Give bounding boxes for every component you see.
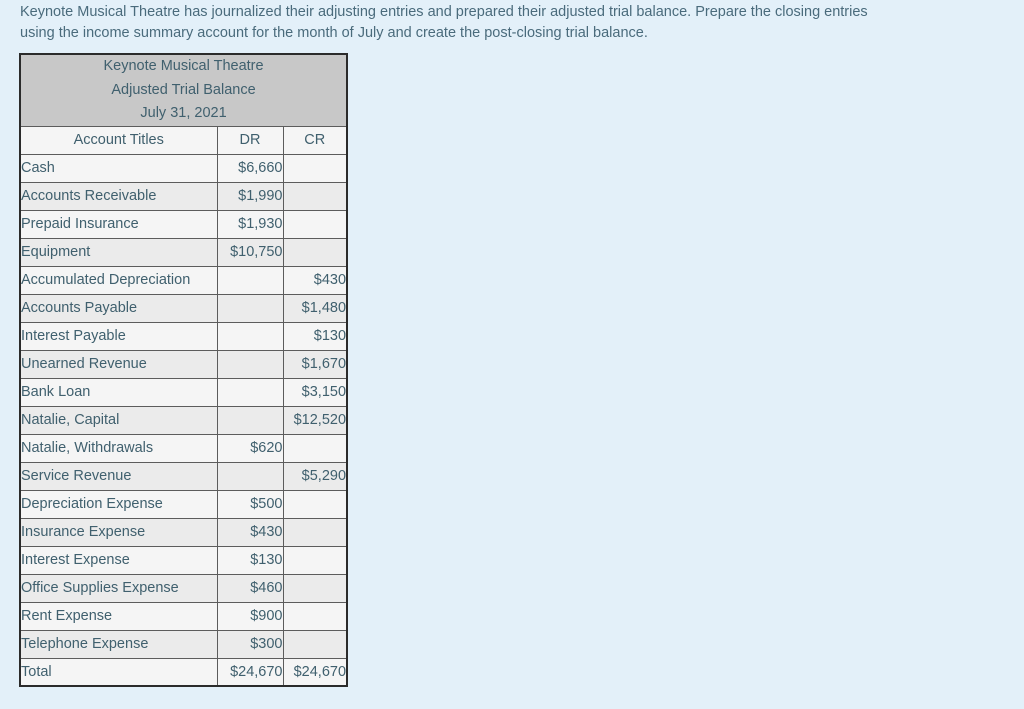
- table-row: Accounts Receivable $1,990: [19, 181, 348, 211]
- cell-cr-amount: [282, 517, 348, 547]
- cell-cr-amount: [282, 629, 348, 659]
- cell-account-title: Telephone Expense: [19, 629, 218, 659]
- table-row: Accumulated Depreciation $430: [19, 265, 348, 295]
- cell-dr-amount: $10,750: [216, 237, 284, 267]
- cell-dr-amount: [216, 461, 284, 491]
- cell-account-title: Cash: [19, 153, 218, 183]
- table-row: Equipment $10,750: [19, 237, 348, 267]
- trial-balance-container: Keynote Musical Theatre Adjusted Trial B…: [19, 53, 349, 687]
- cell-dr-amount: $1,990: [216, 181, 284, 211]
- table-row: Interest Payable $130: [19, 321, 348, 351]
- table-column-header-row: Account Titles DR CR: [19, 125, 348, 155]
- table-row: Office Supplies Expense $460: [19, 573, 348, 603]
- table-row: Prepaid Insurance $1,930: [19, 209, 348, 239]
- cell-account-title: Accounts Payable: [19, 293, 218, 323]
- cell-account-title: Office Supplies Expense: [19, 573, 218, 603]
- table-row: Depreciation Expense $500: [19, 489, 348, 519]
- cell-cr-amount: $130: [282, 321, 348, 351]
- cell-account-title: Depreciation Expense: [19, 489, 218, 519]
- cell-dr-amount: $900: [216, 601, 284, 631]
- cell-dr-amount: $6,660: [216, 153, 284, 183]
- cell-account-title: Bank Loan: [19, 377, 218, 407]
- cell-account-title: Accumulated Depreciation: [19, 265, 218, 295]
- cell-dr-amount: $300: [216, 629, 284, 659]
- question-line-1: Keynote Musical Theatre has journalized …: [20, 4, 868, 20]
- cell-dr-amount: $500: [216, 489, 284, 519]
- cell-dr-amount: $430: [216, 517, 284, 547]
- cell-cr-amount: $12,520: [282, 405, 348, 435]
- table-row: Natalie, Withdrawals $620: [19, 433, 348, 463]
- cell-cr-amount: $1,480: [282, 293, 348, 323]
- cell-cr-amount: $430: [282, 265, 348, 295]
- cell-dr-amount: $620: [216, 433, 284, 463]
- cell-cr-amount: $5,290: [282, 461, 348, 491]
- cell-dr-amount: $460: [216, 573, 284, 603]
- table-row: Natalie, Capital $12,520: [19, 405, 348, 435]
- table-row: Interest Expense $130: [19, 545, 348, 575]
- table-row: Unearned Revenue $1,670: [19, 349, 348, 379]
- cell-cr-amount: [282, 545, 348, 575]
- cell-cr-amount: [282, 489, 348, 519]
- adjusted-trial-balance-table: Keynote Musical Theatre Adjusted Trial B…: [19, 53, 349, 687]
- table-title-cell: Keynote Musical Theatre Adjusted Trial B…: [19, 53, 348, 127]
- cell-dr-amount: [216, 321, 284, 351]
- table-row: Bank Loan $3,150: [19, 377, 348, 407]
- cell-cr-amount: $24,670: [282, 657, 348, 687]
- column-header-cr: CR: [282, 125, 348, 155]
- cell-cr-amount: [282, 153, 348, 183]
- question-prompt: Keynote Musical Theatre has journalized …: [0, 0, 1020, 44]
- table-body: Cash $6,660 Accounts Receivable $1,990 Prepa…: [19, 153, 348, 687]
- cell-cr-amount: [282, 237, 348, 267]
- cell-dr-amount: [216, 377, 284, 407]
- table-row: Insurance Expense $430: [19, 517, 348, 547]
- table-row: Accounts Payable $1,480: [19, 293, 348, 323]
- cell-dr-amount: $24,670: [216, 657, 284, 687]
- cell-account-title: Rent Expense: [19, 601, 218, 631]
- cell-dr-amount: $1,930: [216, 209, 284, 239]
- cell-dr-amount: [216, 405, 284, 435]
- table-row: Cash $6,660: [19, 153, 348, 183]
- cell-account-title: Natalie, Capital: [19, 405, 218, 435]
- cell-dr-amount: [216, 265, 284, 295]
- column-header-account-titles: Account Titles: [19, 125, 218, 155]
- cell-account-title: Total: [19, 657, 218, 687]
- table-row: Service Revenue $5,290: [19, 461, 348, 491]
- cell-cr-amount: [282, 601, 348, 631]
- cell-account-title: Interest Payable: [19, 321, 218, 351]
- table-row: Total $24,670 $24,670: [19, 657, 348, 687]
- column-header-dr: DR: [216, 125, 284, 155]
- table-row: Rent Expense $900: [19, 601, 348, 631]
- cell-cr-amount: $3,150: [282, 377, 348, 407]
- cell-account-title: Prepaid Insurance: [19, 209, 218, 239]
- cell-cr-amount: [282, 209, 348, 239]
- cell-account-title: Unearned Revenue: [19, 349, 218, 379]
- cell-dr-amount: $130: [216, 545, 284, 575]
- table-row: Telephone Expense $300: [19, 629, 348, 659]
- cell-account-title: Service Revenue: [19, 461, 218, 491]
- cell-cr-amount: [282, 433, 348, 463]
- statement-date: July 31, 2021: [140, 105, 227, 121]
- cell-account-title: Insurance Expense: [19, 517, 218, 547]
- cell-cr-amount: [282, 573, 348, 603]
- cell-account-title: Interest Expense: [19, 545, 218, 575]
- cell-dr-amount: [216, 293, 284, 323]
- cell-cr-amount: [282, 181, 348, 211]
- cell-cr-amount: $1,670: [282, 349, 348, 379]
- company-name: Keynote Musical Theatre: [103, 58, 264, 74]
- table-title-block: Keynote Musical Theatre Adjusted Trial B…: [19, 53, 348, 127]
- cell-account-title: Natalie, Withdrawals: [19, 433, 218, 463]
- question-line-2: using the income summary account for the…: [20, 25, 648, 41]
- cell-dr-amount: [216, 349, 284, 379]
- cell-account-title: Accounts Receivable: [19, 181, 218, 211]
- statement-name: Adjusted Trial Balance: [111, 81, 256, 98]
- cell-account-title: Equipment: [19, 237, 218, 267]
